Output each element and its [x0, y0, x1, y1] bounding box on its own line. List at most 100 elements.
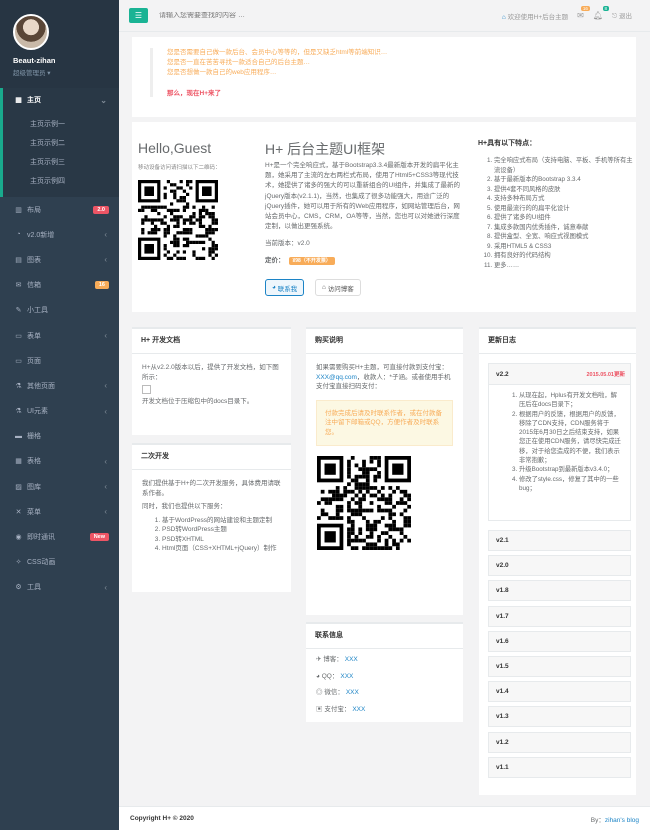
chevron-icon: ‹ [104, 482, 107, 492]
sidebar-item-laptop[interactable]: ▬ 栅格 [0, 424, 119, 449]
sidebar-item-tools[interactable]: ⚙ 工具 ‹ [0, 575, 119, 600]
sidebar-item-layout[interactable]: ▥ 布局 2.0 [0, 197, 119, 222]
bell-icon: 🔔︎ [592, 11, 604, 20]
changelog-version[interactable]: v2.0 [488, 555, 631, 577]
sidebar-item-flask[interactable]: ⚗ 其他页面 ‹ [0, 373, 119, 398]
docs-location: 开发文档位于压缩包中的docs目录下。 [142, 398, 254, 405]
changelog-entry: 根据用户的反馈，根据用户的反馈，移除了CDN支持，CDN服务将于2015年6月3… [519, 410, 622, 466]
welcome-text: ⌂ 欢迎使用H+后台主题 [501, 13, 569, 21]
email-link[interactable]: XXX@qq.com [316, 374, 357, 381]
notifications-button[interactable]: 🔔︎ 8 [592, 6, 610, 20]
changelog-version[interactable]: v2.1 [488, 530, 631, 551]
sidebar-item-chart[interactable]: ▤ 图表 ‹ [0, 247, 119, 272]
menu-toggle-button[interactable]: ☰ [129, 8, 148, 23]
sidebar-item-label: 表格 [27, 458, 41, 466]
contact-link[interactable]: XXX [345, 656, 358, 663]
custom-dev-title: 二次开发 [132, 445, 291, 470]
home-icon: ▦ [15, 97, 22, 104]
sidebar-item-edit[interactable]: ✎ 小工具 [0, 298, 119, 323]
sidebar-item-label: v2.0新增 [27, 231, 55, 239]
features-list: H+具有以下特点： 完全响应式布局（支持电脑、平板、手机等所有主流设备）基于最新… [478, 138, 636, 270]
changelog-entry: 修改了style.css，修复了其中的一些bug； [519, 475, 622, 494]
broken-image-icon [142, 385, 151, 394]
feature-item: 集成多款国内优秀插件，诚意奉献 [494, 223, 636, 233]
sidebar-item-desktop[interactable]: ▭ 页面 [0, 348, 119, 373]
sidebar-item-magic[interactable]: ✧ CSS动画 [0, 550, 119, 575]
chevron-icon: ‹ [104, 406, 107, 416]
feature-item: 拥有良好的代码结构 [494, 251, 636, 261]
sidebar-item-label: UI元素 [27, 408, 48, 416]
avatar[interactable] [13, 14, 49, 50]
current-version: 当前版本：v2.0 [265, 240, 310, 247]
pie-icon: ◔ [16, 231, 21, 239]
qq-icon: ◕ [272, 284, 276, 291]
changelog-version[interactable]: v1.7 [488, 605, 631, 627]
changelog-version[interactable]: v1.4 [488, 681, 631, 703]
submenu-item[interactable]: 主页示例三 [3, 153, 119, 172]
sidebar-item-label: 小工具 [27, 307, 48, 315]
sidebar-item-label: 主页 [27, 97, 41, 104]
sidebar-item-comments[interactable]: ◉ 即时通讯 New [0, 524, 119, 549]
purchase-panel: 购买说明 如果需要购买H+主题，可直接付款到支付宝：XXX@qq.com，收款人… [306, 327, 463, 615]
service-item: PSD转WordPress主题 [162, 525, 281, 535]
submenu-item[interactable]: 主页示例一 [3, 115, 119, 134]
docs-panel: H+ 开发文档 H+从v2.2.0版本以后，提供了开发文档，如下图所示： 开发文… [132, 327, 291, 435]
notice-line: 您是否想做一款自己的web应用程序… [167, 69, 277, 76]
changelog-version[interactable]: v1.8 [488, 580, 631, 602]
sidebar-item-label: 布局 [27, 206, 41, 214]
changelog-version[interactable]: v1.3 [488, 706, 631, 728]
chevron-icon: ‹ [104, 381, 107, 391]
services-intro: 同时，我们也提供以下服务： [142, 503, 227, 510]
profile-name[interactable]: Beaut-zihan [13, 56, 119, 65]
contact-link[interactable]: XXX [352, 706, 365, 713]
contact-row-blog: ✈ 博客： XXX [316, 656, 358, 663]
sidebar-badge: New [89, 533, 109, 542]
sidebar-item-label: CSS动画 [27, 559, 56, 567]
mail-count-badge: 16 [580, 6, 590, 11]
sidebar-item-home[interactable]: ▦ 主页 ⌄ [0, 88, 119, 112]
changelog-version[interactable]: v1.5 [488, 656, 631, 677]
changelog-date: 2015.05.01更新 [586, 372, 625, 378]
flask-icon: ⚗ [15, 408, 22, 416]
sidebar-item-form[interactable]: ▭ 表单 ‹ [0, 323, 119, 348]
footer: Copyright H+ © 2020 By：zihan's blog [119, 806, 650, 830]
sign-out-icon: ⎋ [612, 13, 618, 20]
chevron-icon: ‹ [104, 230, 107, 240]
sidebar-item-label: 图表 [27, 256, 41, 264]
sidebar-item-pie[interactable]: ◔ v2.0新增 ‹ [0, 222, 119, 247]
sidebar-item-cutlery[interactable]: ✕ 菜单 ‹ [0, 499, 119, 524]
changelog-title: 更新日志 [479, 329, 636, 354]
changelog-version[interactable]: v1.2 [488, 731, 631, 753]
visit-blog-button[interactable]: ⌂ 访问博客 [315, 279, 361, 296]
contact-link[interactable]: XXX [340, 673, 353, 680]
contact-link[interactable]: XXX [346, 689, 359, 696]
home-icon: ⌂ [501, 13, 506, 21]
feature-item: 提供盒型、全宽、响应式视图模式 [494, 232, 636, 242]
sidebar-item-picture[interactable]: ▨ 图库 ‹ [0, 474, 119, 499]
changelog-version[interactable]: v1.6 [488, 630, 631, 652]
hamburger-icon: ☰ [134, 11, 143, 20]
sidebar-item-label: 图库 [27, 483, 41, 491]
mail-button[interactable]: ✉ 16 [577, 6, 590, 20]
notice-emphasis: 那么，现在H+来了 [167, 90, 221, 97]
changelog-item-open[interactable]: v2.22015.05.01更新 从现在起，Hplus有开发文档啦，解压后在do… [488, 363, 631, 521]
service-item: 基于WordPress的网站建设和主题定制 [162, 516, 281, 526]
home-icon: ⌂ [322, 284, 326, 291]
profile-role[interactable]: 超级管理员 ▾ [13, 67, 119, 77]
mail-icon: ✉ [15, 282, 22, 290]
table-icon: ▦ [15, 458, 22, 466]
sidebar-item-flask[interactable]: ⚗ UI元素 ‹ [0, 399, 119, 424]
logout-link[interactable]: ⎋ 退出 [612, 10, 632, 21]
feature-item: 采用HTML5 & CSS3 [494, 242, 636, 252]
blog-link[interactable]: zihan's blog [605, 817, 639, 824]
docs-text: H+从v2.2.0版本以后，提供了开发文档，如下图所示： [142, 364, 279, 381]
contact-me-button[interactable]: ◕ 联系我 [265, 279, 305, 296]
contact-row-qq: ◕ QQ： XXX [316, 672, 354, 680]
sidebar-item-table[interactable]: ▦ 表格 ‹ [0, 449, 119, 474]
submenu-item[interactable]: 主页示例四 [3, 172, 119, 191]
submenu-item[interactable]: 主页示例二 [3, 134, 119, 153]
changelog-version[interactable]: v1.1 [488, 756, 631, 778]
search-input[interactable] [159, 12, 339, 19]
sidebar-item-mail[interactable]: ✉ 信箱 16 [0, 273, 119, 298]
edit-icon: ✎ [15, 307, 22, 315]
